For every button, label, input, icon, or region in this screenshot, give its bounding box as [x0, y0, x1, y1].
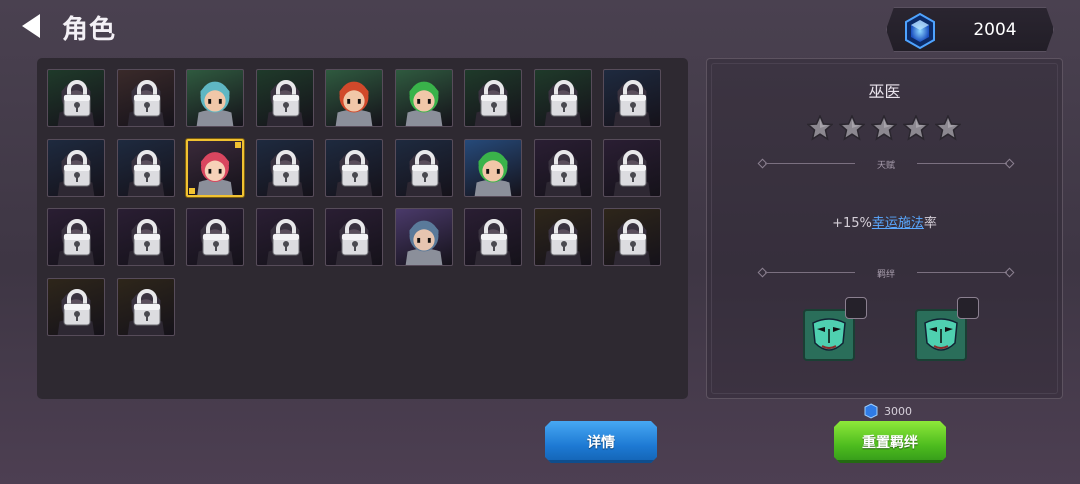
lock-icon: [133, 219, 160, 256]
star-icon: [807, 115, 833, 141]
lock-icon: [550, 80, 577, 117]
lock-icon: [133, 80, 160, 117]
character-portrait: [335, 81, 373, 126]
reset-cost: 3000: [864, 403, 912, 419]
character-slot[interactable]: [394, 208, 453, 266]
character-slot-locked[interactable]: [255, 208, 314, 266]
lock-icon: [63, 219, 91, 256]
reset-cost-amount: 3000: [884, 404, 912, 418]
character-info-panel: 巫医 天赋 +15%幸运施法率 羁绊: [706, 58, 1063, 399]
character-slot-locked[interactable]: [533, 138, 592, 197]
reset-bond-button[interactable]: 重置羁绊: [834, 421, 946, 463]
lock-icon: [272, 149, 299, 186]
currency-display: 2004: [886, 7, 1054, 52]
bond-divider: 羁绊: [757, 267, 1015, 280]
lock-icon: [133, 288, 160, 325]
character-slot-locked[interactable]: [464, 69, 522, 127]
character-portrait: [405, 220, 442, 265]
lock-icon: [619, 219, 647, 256]
character-slot-locked[interactable]: [255, 138, 314, 197]
lock-icon: [272, 80, 299, 117]
character-slot-locked[interactable]: [47, 208, 105, 266]
bond-label: 羁绊: [876, 270, 895, 280]
bond-slot-2[interactable]: [915, 297, 979, 361]
lock-icon: [341, 149, 369, 186]
star-icon: [871, 115, 897, 141]
character-slot[interactable]: [186, 69, 244, 127]
talent-suffix: 率: [923, 216, 937, 231]
reset-bond-button-label: 重置羁绊: [862, 435, 918, 451]
character-slot-locked[interactable]: [394, 138, 453, 197]
character-slot-locked[interactable]: [325, 138, 383, 197]
talent-label: 天赋: [876, 161, 895, 171]
talent-text: +15%幸运施法率: [707, 212, 1062, 231]
lock-icon: [63, 288, 91, 325]
lock-icon: [480, 80, 508, 117]
character-slot-locked[interactable]: [464, 208, 522, 266]
character-slot-locked[interactable]: [603, 138, 661, 197]
star-icon: [839, 115, 865, 141]
character-slot-locked[interactable]: [116, 277, 175, 336]
character-portrait: [405, 81, 442, 126]
bond-slot-1[interactable]: [803, 297, 867, 361]
lock-icon: [550, 219, 577, 256]
lock-icon: [480, 219, 508, 256]
character-slot-locked[interactable]: [47, 277, 105, 336]
talent-link[interactable]: 幸运施法: [872, 216, 924, 231]
bond-checkbox-2[interactable]: [957, 297, 979, 319]
character-slot-locked[interactable]: [47, 138, 105, 197]
lock-icon: [411, 149, 438, 186]
character-slot[interactable]: [186, 138, 244, 197]
lock-icon: [63, 149, 91, 186]
character-slot-locked[interactable]: [325, 208, 383, 266]
lock-icon: [619, 80, 647, 117]
back-button[interactable]: [20, 12, 44, 40]
talent-divider: 天赋: [757, 158, 1015, 171]
details-button-label: 详情: [587, 435, 615, 451]
lock-icon: [133, 149, 160, 186]
character-slot-locked[interactable]: [533, 208, 592, 266]
star-rating: [807, 115, 961, 141]
lock-icon: [619, 149, 647, 186]
currency-amount: 2004: [973, 20, 1017, 40]
character-slot-locked[interactable]: [116, 69, 175, 127]
character-portrait: [196, 81, 234, 126]
blue-gem-icon: [903, 12, 937, 50]
character-slot[interactable]: [325, 69, 383, 127]
star-icon: [903, 115, 929, 141]
lock-icon: [272, 219, 299, 256]
character-slot[interactable]: [464, 138, 522, 197]
character-slot-locked[interactable]: [47, 69, 105, 127]
bond-checkbox-1[interactable]: [845, 297, 867, 319]
character-slot-locked[interactable]: [116, 138, 175, 197]
character-portrait: [474, 151, 512, 196]
character-slot-locked[interactable]: [603, 69, 661, 127]
lock-icon: [550, 149, 577, 186]
character-grid: [37, 58, 688, 399]
back-arrow-icon: [22, 14, 40, 38]
character-slot-locked[interactable]: [603, 208, 661, 266]
blue-gem-icon: [864, 403, 878, 419]
lock-icon: [202, 219, 230, 256]
lock-icon: [341, 219, 369, 256]
character-slot-locked[interactable]: [186, 208, 244, 266]
character-name: 巫医: [868, 82, 901, 101]
character-slot-locked[interactable]: [533, 69, 592, 127]
character-slot[interactable]: [394, 69, 453, 127]
lock-icon: [63, 80, 91, 117]
details-button[interactable]: 详情: [545, 421, 657, 463]
page-title: 角色: [62, 15, 117, 45]
character-portrait: [197, 151, 233, 195]
star-icon: [935, 115, 961, 141]
character-slot-locked[interactable]: [255, 69, 314, 127]
talent-value: +15%: [832, 216, 872, 231]
character-slot-locked[interactable]: [116, 208, 175, 266]
